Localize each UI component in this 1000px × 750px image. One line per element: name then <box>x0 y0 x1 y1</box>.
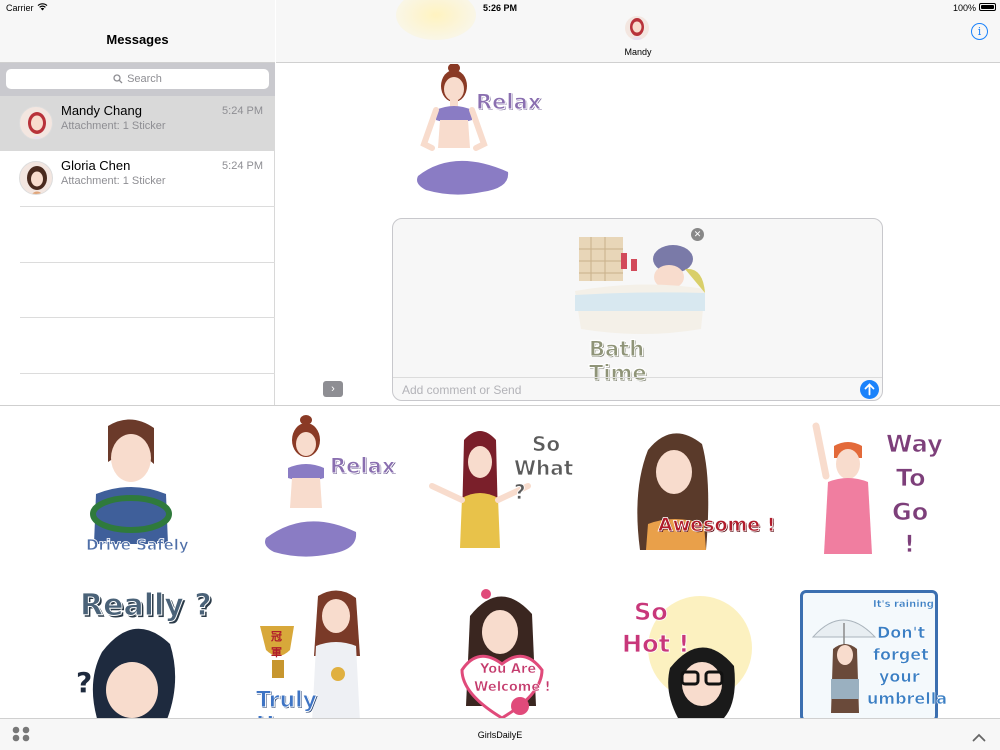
sticker-caption: Relax <box>475 90 542 115</box>
app-drawer-bar: GirlsDailyE <box>0 718 1000 750</box>
search-placeholder: Search <box>127 73 162 85</box>
sticker-truly-happy[interactable]: 冠軍 Truly Happy <box>252 586 402 718</box>
sticker-caption-line: your <box>879 667 920 687</box>
avatar <box>19 161 53 195</box>
conversation-preview: Attachment: 1 Sticker <box>61 120 166 132</box>
sticker-caption: Drive Safely <box>86 536 190 555</box>
clock: 5:26 PM <box>482 3 517 13</box>
avatar <box>19 106 53 140</box>
search-input[interactable]: Search <box>6 69 269 89</box>
expand-apps-chevron-icon[interactable]: › <box>323 381 343 397</box>
conversation-name: Gloria Chen <box>61 158 131 173</box>
conversation-gloria-chen[interactable]: Gloria Chen Attachment: 1 Sticker 5:24 P… <box>0 151 275 206</box>
compose-divider <box>393 377 882 378</box>
pending-sticker-bath-time: Bath Time <box>573 233 708 386</box>
conversation-preview: Attachment: 1 Sticker <box>61 175 166 187</box>
conversation-time: 5:24 PM <box>222 160 263 172</box>
sticker-so-what[interactable]: So What ? <box>428 420 578 570</box>
sticker-caption: Relax <box>329 454 396 479</box>
search-icon <box>113 74 123 84</box>
sticker-caption-line: So <box>634 598 669 627</box>
compose-box[interactable]: ✕ Bath Time Add comment or Send <box>392 218 883 401</box>
send-button[interactable] <box>860 380 879 399</box>
sticker-pack-name: GirlsDailyE <box>477 730 523 740</box>
sticker-umbrella[interactable]: It's raining Don't forget your umbrella <box>800 590 947 718</box>
sticker-caption-line: Welcome ! <box>474 680 551 696</box>
sticker-relax[interactable]: Relax <box>252 414 402 564</box>
sticker-really[interactable]: Really ? ? <box>74 582 224 718</box>
sticker-caption: Really ? <box>80 588 213 624</box>
sticker-caption-line: It's raining <box>873 599 934 610</box>
sent-sticker-relax[interactable]: Relax <box>412 63 542 202</box>
sticker-drive-safely[interactable]: Drive Safely <box>56 414 206 564</box>
contact-avatar[interactable] <box>625 16 649 40</box>
sticker-caption: Truly Happy <box>256 688 336 719</box>
status-bar: Carrier 5:26 PM 100% <box>0 0 1000 16</box>
sticker-caption-line: Way <box>886 430 944 459</box>
arrow-up-icon <box>864 383 875 396</box>
list-divider <box>20 373 275 374</box>
battery-icon <box>979 3 996 11</box>
info-icon[interactable]: i <box>971 23 988 40</box>
sticker-caption-line: So <box>532 432 561 457</box>
compose-input[interactable]: Add comment or Send <box>402 383 521 397</box>
battery-percent: 100% <box>952 3 976 13</box>
list-divider <box>20 206 275 207</box>
conversation-sidebar: Messages Search Mandy Chang Attachment: … <box>0 0 275 405</box>
conversation-time: 5:24 PM <box>222 105 263 117</box>
sticker-caption-line: forget <box>873 645 929 665</box>
chevron-up-icon[interactable] <box>972 729 986 747</box>
contact-name[interactable]: Mandy <box>276 47 1000 57</box>
sticker-caption-line: ! <box>904 530 916 559</box>
sticker-caption-line: Hot ! <box>622 630 690 659</box>
list-divider <box>20 317 275 318</box>
sticker-caption-line: Go <box>892 498 929 527</box>
sticker-caption-line: Don't <box>877 623 926 643</box>
sticker-you-are-welcome[interactable]: You Are Welcome ! <box>448 586 598 718</box>
question-mark: ? <box>76 666 93 699</box>
messages-app: Carrier 5:26 PM 100% Messages Search Man… <box>0 0 1000 750</box>
sidebar-title: Messages <box>106 32 169 47</box>
conversation-mandy-chang[interactable]: Mandy Chang Attachment: 1 Sticker 5:24 P… <box>0 96 275 151</box>
sticker-drawer: Drive Safely Relax So What ? Awesome ! W… <box>0 405 1000 718</box>
sticker-caption: Awesome ! <box>658 514 776 537</box>
sticker-so-hot[interactable]: So Hot ! <box>620 592 770 718</box>
conversation-name: Mandy Chang <box>61 103 142 118</box>
sticker-awesome[interactable]: Awesome ! <box>626 420 776 570</box>
list-divider <box>20 262 275 263</box>
sticker-way-to-go[interactable]: Way To Go ! <box>800 416 950 566</box>
sticker-caption-line: umbrella <box>867 689 948 709</box>
sticker-caption-line: To <box>896 464 926 493</box>
search-bar: Search <box>0 63 275 96</box>
sticker-caption-line: What ? <box>514 456 574 505</box>
trophy-label: 冠軍 <box>271 630 282 659</box>
sticker-caption-line: You Are <box>480 662 537 678</box>
